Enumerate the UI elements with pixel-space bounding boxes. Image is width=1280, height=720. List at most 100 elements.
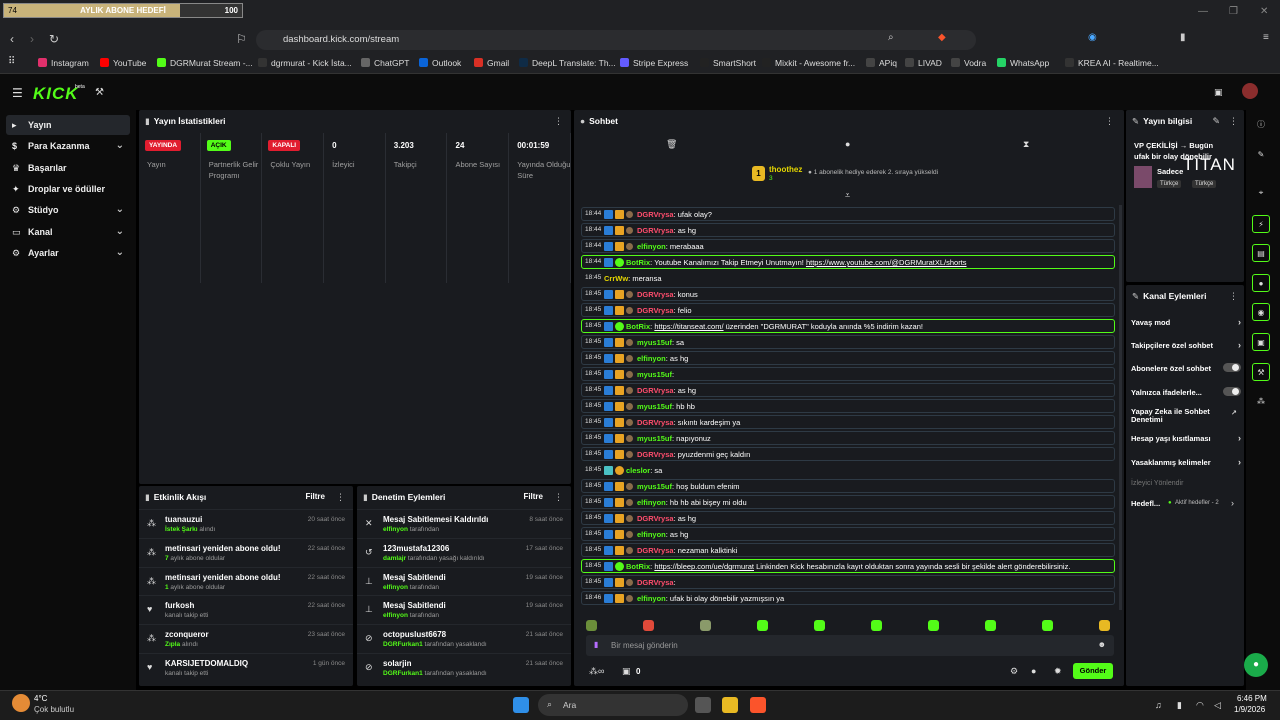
windows-start-icon[interactable] xyxy=(513,697,529,713)
chat-message[interactable]: 18:45 myus15uf: xyxy=(581,367,1115,382)
chat-mode-icon[interactable]: ● xyxy=(1031,666,1036,676)
chat-message[interactable]: 18:45 CrrWw: meransa xyxy=(581,271,1115,285)
sidebar-item-1[interactable]: $ Para Kazanma ⌄ xyxy=(6,136,130,156)
pen-icon[interactable]: ✎ xyxy=(1252,146,1270,164)
minimize-icon[interactable]: — xyxy=(1198,6,1208,17)
chat-username[interactable]: elfinyon xyxy=(637,354,666,363)
send-button[interactable]: Gönder xyxy=(1073,663,1113,679)
emote-icon[interactable] xyxy=(643,620,654,631)
headset-icon[interactable]: ♫ xyxy=(1155,700,1162,710)
bookmark-item[interactable]: Stripe Express xyxy=(620,58,688,68)
chevron-right-icon[interactable]: › xyxy=(1238,457,1241,467)
chat-message[interactable]: 18:45 DGRVrysa: konus xyxy=(581,287,1115,302)
sidebar-toggle-icon[interactable]: ▮ xyxy=(1180,32,1186,43)
bookmark-item[interactable]: Gmail xyxy=(474,58,509,68)
bookmark-item[interactable]: Mixkit - Awesome fr... xyxy=(762,58,855,68)
message-link[interactable]: https://bleep.com/ue/dgrmurat xyxy=(654,562,754,571)
chat-username[interactable]: DGRVrysa xyxy=(637,514,674,523)
file-explorer-icon[interactable] xyxy=(722,697,738,713)
sidebar-item-4[interactable]: ⚙ Stüdyo ⌄ xyxy=(6,200,130,220)
forward-icon[interactable]: › xyxy=(30,32,34,46)
back-icon[interactable]: ‹ xyxy=(10,32,14,46)
chat-username[interactable]: CrrWw xyxy=(604,274,628,283)
chat-username[interactable]: elfinyon xyxy=(637,530,666,539)
message-link[interactable]: https://www.youtube.com/@DGRMuratXL/shor… xyxy=(806,258,967,267)
url-text[interactable]: dashboard.kick.com/stream xyxy=(283,34,399,45)
moderation-filter-button[interactable]: Filtre xyxy=(523,492,543,501)
list-item[interactable]: ↺ 123mustafa12306 damlajr tarafından yasağ… xyxy=(357,537,571,566)
channel-actions-kebab-icon[interactable]: ⋮ xyxy=(1229,291,1238,302)
media-icon[interactable]: ▣ xyxy=(1252,333,1270,351)
maximize-icon[interactable]: ❐ xyxy=(1229,6,1238,17)
list-item[interactable]: ♥ KARSIJETDOMALDIQ kanalı takip etti 1 gün … xyxy=(139,653,353,681)
url-field[interactable]: dashboard.kick.com/stream xyxy=(256,30,976,50)
chat-message[interactable]: 18:46 elfinyon: ufak bi olay dönebilir ya… xyxy=(581,591,1115,606)
brave-icon[interactable] xyxy=(750,697,766,713)
chat-username[interactable]: elfinyon xyxy=(637,498,666,507)
emote-picker-icon[interactable]: ✹ xyxy=(1054,666,1062,677)
sidebar-item-3[interactable]: ✦ Droplar ve ödüller xyxy=(6,179,130,199)
chevron-right-icon[interactable]: › xyxy=(1238,433,1241,443)
infinity-icon[interactable]: ⁂∞ xyxy=(589,666,604,677)
support-chat-icon[interactable]: ● xyxy=(1244,653,1268,677)
list-item[interactable]: ⊘ solarjin DGRFurkan1 tarafından yasakland… xyxy=(357,653,571,681)
chat-message[interactable]: 18:45 DGRVrysa: xyxy=(581,575,1115,590)
chat-username[interactable]: myus15uf xyxy=(637,402,672,411)
emote-icon[interactable] xyxy=(1099,620,1110,631)
bookmark-item[interactable]: ChatGPT xyxy=(361,58,409,68)
toggle-switch[interactable] xyxy=(1223,363,1241,372)
emote-icon[interactable] xyxy=(928,620,939,631)
chevron-down-icon[interactable]: ⌄ xyxy=(116,226,124,237)
chat-username[interactable]: DGRVrysa xyxy=(637,290,674,299)
extension-icon[interactable]: ◉ xyxy=(1088,32,1097,43)
toggle-switch[interactable] xyxy=(1223,387,1241,396)
chat-username[interactable]: myus15uf xyxy=(637,434,672,443)
bookmark-item[interactable]: SmartShort xyxy=(700,58,756,68)
pin-tool-icon[interactable]: ⚒ xyxy=(95,87,104,98)
chat-message[interactable]: 18:45 myus15uf: hb hb xyxy=(581,399,1115,414)
chat-placeholder[interactable]: Bir mesaj gönderin xyxy=(611,641,678,650)
kick-logo[interactable]: KICK xyxy=(33,84,79,104)
gift-icon[interactable]: ▣ xyxy=(622,666,631,677)
bookmark-item[interactable]: LIVAD xyxy=(905,58,942,68)
chat-message[interactable]: 18:45 elfinyon: hb hb abi bişey mi oldu xyxy=(581,495,1115,510)
bookmark-item[interactable]: KREA AI - Realtime... xyxy=(1065,58,1159,68)
channel-action-item[interactable]: Yalnızca ifadelerle... xyxy=(1131,387,1241,397)
clock-date[interactable]: 1/9/2026 xyxy=(1234,705,1265,714)
document-icon[interactable]: ▤ xyxy=(1252,244,1270,262)
chat-message[interactable]: 18:45 myus15uf: sa xyxy=(581,335,1115,350)
chevron-down-icon[interactable]: ⌄ xyxy=(116,140,124,151)
chat-username[interactable]: cleslor xyxy=(626,466,650,475)
bookmark-icon[interactable]: ⚐ xyxy=(236,32,247,46)
channel-action-item[interactable]: Yasaklanmış kelimeler › xyxy=(1131,457,1241,467)
channel-action-item[interactable]: Takipçilere özel sohbet › xyxy=(1131,340,1241,350)
channel-action-item[interactable]: Yapay Zeka ile Sohbet Denetimi ↗ xyxy=(1131,408,1237,424)
chat-username[interactable]: myus15uf xyxy=(637,482,672,491)
hourglass-icon[interactable]: ⧗ xyxy=(1023,139,1029,150)
bookmark-item[interactable]: YouTube xyxy=(100,58,146,68)
chat-rail-icon[interactable]: ● xyxy=(1252,274,1270,292)
emote-icon[interactable] xyxy=(1042,620,1053,631)
message-link[interactable]: https://titanseat.com/ xyxy=(654,322,723,331)
target-icon[interactable]: ⌖ xyxy=(1252,184,1270,202)
chat-bubble-icon[interactable]: ● xyxy=(845,139,850,149)
chat-username[interactable]: myus15uf xyxy=(637,338,672,347)
chevron-right-icon[interactable]: › xyxy=(1238,340,1241,350)
bookmark-item[interactable]: Vodra xyxy=(951,58,986,68)
activity-kebab-icon[interactable]: ⋮ xyxy=(336,492,345,503)
external-link-icon[interactable]: ↗ xyxy=(1231,410,1237,418)
emote-icon[interactable] xyxy=(871,620,882,631)
chat-username[interactable]: DGRVrysa xyxy=(637,306,674,315)
list-item[interactable]: ⁂ tuanauzui İstek Şarkı alındı 20 saat önce xyxy=(139,509,353,537)
sidebar-item-5[interactable]: ▭ Kanal ⌄ xyxy=(6,222,130,242)
gift-user[interactable]: thoothez xyxy=(769,165,802,174)
chat-username[interactable]: DGRVrysa xyxy=(637,386,674,395)
chat-message[interactable]: 18:45 BotRix: https://titanseat.com/ üzer… xyxy=(581,319,1115,334)
list-item[interactable]: ⊥ Mesaj Sabitlendi elfinyon tarafından 19 s… xyxy=(357,595,571,623)
chat-username[interactable]: BotRix xyxy=(626,562,650,571)
list-item[interactable]: ♥ furkosh kanalı takip etti 22 saat önce xyxy=(139,595,353,623)
broadcast-icon[interactable]: ◉ xyxy=(1252,303,1270,321)
apps-grid-icon[interactable]: ⠿ xyxy=(8,56,15,67)
taskbar-search[interactable]: ⌕ Ara xyxy=(538,694,688,716)
bookmark-item[interactable]: dgrmurat - Kick İsta... xyxy=(258,58,352,68)
